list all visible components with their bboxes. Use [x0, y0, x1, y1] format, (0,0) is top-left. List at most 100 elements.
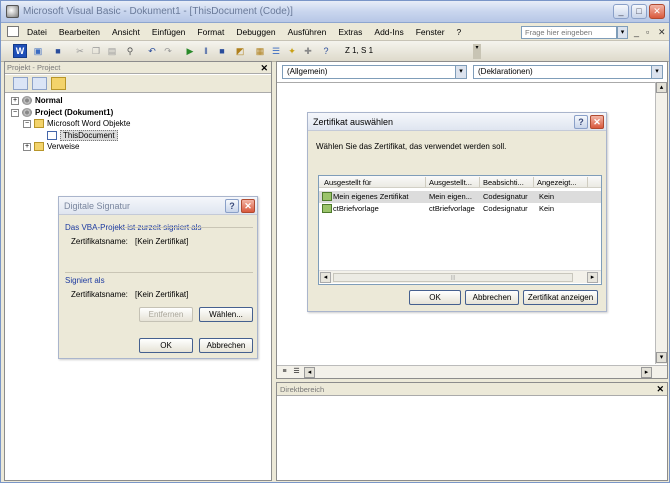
scroll-thumb[interactable]: |||: [333, 273, 573, 282]
menu-item[interactable]: Debuggen: [230, 27, 281, 37]
dialog-close-button[interactable]: ✕: [590, 115, 604, 129]
table-row[interactable]: Mein eigenes Zertifikat Mein eigen... Co…: [319, 191, 601, 203]
view-certificate-button[interactable]: Zertifikat anzeigen: [523, 290, 598, 305]
save-icon[interactable]: ■: [51, 44, 65, 58]
redo-icon[interactable]: ↷: [161, 44, 175, 58]
cancel-button[interactable]: Abbrechen: [199, 338, 253, 353]
properties-icon[interactable]: ☰: [269, 44, 283, 58]
menu-item[interactable]: Fenster: [410, 27, 451, 37]
run-icon[interactable]: ▶: [183, 44, 197, 58]
list-horizontal-scrollbar[interactable]: ◂ ||| ▸: [319, 270, 601, 283]
tree-item-project[interactable]: − Project (Dokument1): [11, 108, 113, 117]
mdi-close-button[interactable]: ✕: [658, 27, 666, 38]
choose-button[interactable]: Wählen...: [199, 307, 253, 322]
minimize-button[interactable]: _: [613, 4, 629, 19]
menu-item[interactable]: Ausführen: [282, 27, 333, 37]
chevron-down-icon[interactable]: ▾: [651, 66, 662, 78]
collapse-icon[interactable]: −: [11, 108, 19, 117]
immediate-window-title: Direktbereich: [280, 385, 325, 394]
column-divider[interactable]: [533, 177, 534, 187]
toolbox-icon[interactable]: ✚: [301, 44, 315, 58]
mdi-restore-button[interactable]: ▫: [646, 27, 649, 37]
table-row[interactable]: ctBriefvorlage ctBriefvorlage Codesignat…: [319, 203, 601, 215]
certificate-list[interactable]: Ausgestellt für Ausgestellt... Beabsicht…: [318, 175, 602, 285]
reset-icon[interactable]: ■: [215, 44, 229, 58]
vertical-scrollbar[interactable]: ▴ ▾: [655, 82, 667, 364]
column-issued-to[interactable]: Ausgestellt für: [324, 178, 372, 187]
column-divider[interactable]: [587, 177, 588, 187]
help-icon[interactable]: ?: [319, 44, 333, 58]
menu-item[interactable]: Format: [191, 27, 230, 37]
dialog-close-button[interactable]: ✕: [241, 199, 255, 213]
object-combo[interactable]: (Allgemein) ▾: [282, 65, 467, 79]
menu-item[interactable]: Bearbeiten: [53, 27, 106, 37]
ok-button[interactable]: OK: [139, 338, 193, 353]
menu-item[interactable]: Extras: [332, 27, 368, 37]
word-view-icon[interactable]: W: [13, 44, 27, 58]
scroll-right-icon[interactable]: ▸: [641, 367, 652, 378]
menu-item[interactable]: Datei: [21, 27, 53, 37]
project-panel-close-icon[interactable]: ✕: [260, 62, 268, 74]
procedure-view-icon[interactable]: ≡: [279, 367, 290, 378]
project-icon: [22, 108, 32, 117]
scroll-left-icon[interactable]: ◂: [320, 272, 331, 283]
immediate-window-close-icon[interactable]: ✕: [656, 383, 664, 396]
project-explorer-icon[interactable]: ▦: [253, 44, 267, 58]
help-dropdown-icon[interactable]: ▾: [617, 26, 628, 39]
column-issued-by[interactable]: Ausgestellt...: [429, 178, 472, 187]
column-intended-purpose[interactable]: Beabsichti...: [483, 178, 524, 187]
horizontal-scrollbar[interactable]: ≡ ☰ ◂ ▸: [277, 365, 667, 378]
dialog-help-button[interactable]: ?: [225, 199, 239, 213]
close-button[interactable]: ✕: [649, 4, 665, 19]
scroll-left-icon[interactable]: ◂: [304, 367, 315, 378]
paste-icon[interactable]: ▤: [105, 44, 119, 58]
tree-item-word-objects[interactable]: − Microsoft Word Objekte: [23, 119, 130, 128]
project-panel-header: Projekt - Project ✕: [5, 62, 271, 74]
undo-icon[interactable]: ↶: [145, 44, 159, 58]
scroll-right-icon[interactable]: ▸: [587, 272, 598, 283]
tree-item-normal[interactable]: + Normal: [11, 96, 63, 105]
digital-signature-dialog: Digitale Signatur ? ✕ Das VBA-Projekt is…: [58, 196, 258, 359]
document-icon[interactable]: [7, 26, 19, 37]
mdi-minimize-button[interactable]: _: [634, 27, 639, 37]
cert-name-value: [Kein Zertifikat]: [135, 290, 189, 299]
procedure-combo[interactable]: (Deklarationen) ▾: [473, 65, 663, 79]
copy-icon[interactable]: ❐: [89, 44, 103, 58]
tree-item-references[interactable]: + Verweise: [23, 142, 79, 151]
column-friendly-name[interactable]: Angezeigt...: [537, 178, 577, 187]
word-document-icon: [47, 131, 57, 140]
design-mode-icon[interactable]: ◩: [233, 44, 247, 58]
tree-item-thisdocument[interactable]: ThisDocument: [47, 130, 118, 141]
cell-friendly-name: Kein: [539, 192, 555, 201]
cancel-button[interactable]: Abbrechen: [465, 290, 519, 305]
expand-icon[interactable]: +: [23, 142, 31, 151]
expand-icon[interactable]: +: [11, 96, 19, 105]
menu-item[interactable]: Add-Ins: [368, 27, 409, 37]
toolbar-options-icon[interactable]: ▾: [473, 44, 481, 59]
menu-item[interactable]: Einfügen: [146, 27, 192, 37]
help-search-input[interactable]: Frage hier eingeben: [521, 26, 617, 39]
menu-item[interactable]: ?: [451, 27, 468, 37]
find-icon[interactable]: ⚲: [123, 44, 137, 58]
restore-button[interactable]: □: [631, 4, 647, 19]
collapse-icon[interactable]: −: [23, 119, 31, 128]
scroll-down-icon[interactable]: ▾: [656, 352, 667, 363]
title-bar: Microsoft Visual Basic - Dokument1 - [Th…: [1, 1, 669, 23]
view-object-icon[interactable]: [32, 77, 47, 90]
view-code-icon[interactable]: [13, 77, 28, 90]
cut-icon[interactable]: ✂: [73, 44, 87, 58]
chevron-down-icon[interactable]: ▾: [455, 66, 466, 78]
menu-item[interactable]: Ansicht: [106, 27, 146, 37]
ok-button[interactable]: OK: [409, 290, 461, 305]
dialog-help-button[interactable]: ?: [574, 115, 588, 129]
full-module-view-icon[interactable]: ☰: [291, 367, 302, 378]
break-icon[interactable]: ‖: [199, 44, 213, 58]
scroll-up-icon[interactable]: ▴: [656, 82, 667, 93]
insert-userform-icon[interactable]: ▣: [31, 44, 45, 58]
object-browser-icon[interactable]: ✦: [285, 44, 299, 58]
column-divider[interactable]: [425, 177, 426, 187]
toggle-folders-icon[interactable]: [51, 77, 66, 90]
column-divider[interactable]: [479, 177, 480, 187]
remove-button[interactable]: Entfernen: [139, 307, 193, 322]
folder-icon: [34, 142, 44, 151]
